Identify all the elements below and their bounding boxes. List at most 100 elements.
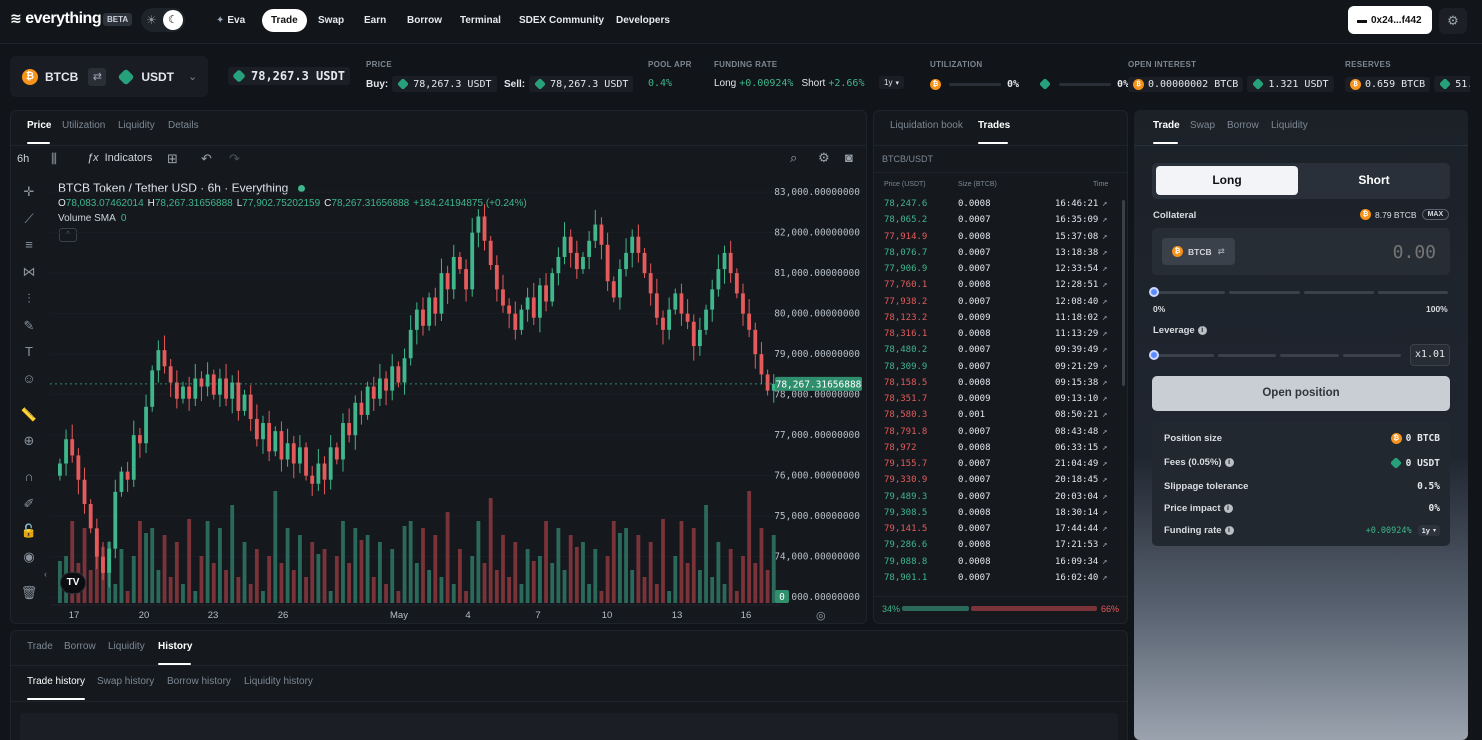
trade-row[interactable]: 78,901.1 0.0007 16:02:40 ↗ bbox=[882, 571, 1114, 587]
info-icon[interactable]: i bbox=[1224, 526, 1234, 535]
slider-handle[interactable] bbox=[1149, 287, 1159, 297]
external-link-icon[interactable]: ↗ bbox=[1102, 280, 1107, 290]
tab-bottom-liquidity[interactable]: Liquidity bbox=[108, 641, 145, 652]
candles-icon[interactable]: ⫼ bbox=[51, 151, 57, 167]
horizontal-lines-icon[interactable]: ≡ bbox=[20, 237, 38, 255]
text-icon[interactable]: T bbox=[20, 344, 38, 362]
trade-row[interactable]: 78,972 0.0008 06:33:15 ↗ bbox=[882, 441, 1114, 457]
trade-row[interactable]: 79,286.6 0.0008 17:21:53 ↗ bbox=[882, 538, 1114, 554]
info-icon[interactable]: i bbox=[1224, 458, 1234, 467]
logo[interactable]: ≋ everything bbox=[10, 10, 102, 28]
nav-sdex-community[interactable]: SDEX Community bbox=[510, 9, 613, 32]
collateral-token-select[interactable]: ₿ BTCB ⇄ bbox=[1162, 238, 1235, 265]
trade-row[interactable]: 79,088.8 0.0008 16:09:34 ↗ bbox=[882, 555, 1114, 571]
nav-developers[interactable]: Developers bbox=[607, 9, 679, 32]
funding-period-select[interactable]: 1y ▾ bbox=[1417, 525, 1440, 536]
external-link-icon[interactable]: ↗ bbox=[1102, 394, 1107, 404]
trade-row[interactable]: 78,580.3 0.001 08:50:21 ↗ bbox=[882, 408, 1114, 424]
magnet-icon[interactable]: ∩ bbox=[20, 469, 38, 487]
trade-row[interactable]: 78,791.8 0.0007 08:43:48 ↗ bbox=[882, 425, 1114, 441]
pair-selector[interactable]: ₿ BTCB ⇄ USDT ⌄ bbox=[10, 56, 208, 97]
undo-icon[interactable]: ↶ bbox=[201, 151, 212, 167]
pencil-lock-icon[interactable]: ✐ bbox=[20, 496, 38, 514]
subtab-liquidity-history[interactable]: Liquidity history bbox=[244, 676, 313, 687]
gear-icon[interactable]: ⚙ bbox=[1439, 8, 1467, 34]
short-button[interactable]: Short bbox=[1302, 166, 1446, 195]
external-link-icon[interactable]: ↗ bbox=[1102, 199, 1107, 209]
theme-toggle[interactable]: ☀ ☾ bbox=[141, 8, 185, 32]
trade-row[interactable]: 79,155.7 0.0007 21:04:49 ↗ bbox=[882, 457, 1114, 473]
external-link-icon[interactable]: ↗ bbox=[1102, 313, 1107, 323]
external-link-icon[interactable]: ↗ bbox=[1102, 329, 1107, 339]
wallet-button[interactable]: ▬ 0x24...f442 bbox=[1348, 6, 1432, 34]
tab-trades[interactable]: Trades bbox=[978, 120, 1010, 131]
trade-row[interactable]: 78,316.1 0.0008 11:13:29 ↗ bbox=[882, 327, 1114, 343]
tab-price[interactable]: Price bbox=[27, 120, 51, 131]
trade-row[interactable]: 79,330.9 0.0007 20:18:45 ↗ bbox=[882, 473, 1114, 489]
open-position-button[interactable]: Open position bbox=[1152, 376, 1450, 411]
nav-swap[interactable]: Swap bbox=[309, 9, 353, 32]
max-button[interactable]: MAX bbox=[1421, 209, 1450, 220]
collateral-amount-input[interactable] bbox=[1300, 240, 1436, 264]
trades-scrollbar[interactable] bbox=[1122, 200, 1125, 386]
tab-liquidity[interactable]: Liquidity bbox=[118, 120, 155, 131]
external-link-icon[interactable]: ↗ bbox=[1102, 443, 1107, 453]
external-link-icon[interactable]: ↗ bbox=[1102, 378, 1107, 388]
external-link-icon[interactable]: ↗ bbox=[1102, 297, 1107, 307]
nav-trade[interactable]: Trade bbox=[262, 9, 307, 32]
trade-row[interactable]: 78,076.7 0.0007 13:18:38 ↗ bbox=[882, 246, 1114, 262]
funding-period-select[interactable]: 1y ▾ bbox=[879, 76, 904, 89]
trend-line-icon[interactable]: ⟋ bbox=[20, 211, 38, 229]
trade-row[interactable]: 77,938.2 0.0007 12:08:40 ↗ bbox=[882, 295, 1114, 311]
external-link-icon[interactable]: ↗ bbox=[1102, 475, 1107, 485]
nav-borrow[interactable]: Borrow bbox=[398, 9, 451, 32]
brush-icon[interactable]: ✎ bbox=[20, 318, 38, 336]
zoom-in-icon[interactable]: ⊕ bbox=[20, 433, 38, 451]
tab-form-swap[interactable]: Swap bbox=[1190, 120, 1215, 131]
emoji-icon[interactable]: ☺ bbox=[20, 371, 38, 389]
trade-row[interactable]: 78,480.2 0.0007 09:39:49 ↗ bbox=[882, 343, 1114, 359]
trade-row[interactable]: 77,914.9 0.0008 15:37:08 ↗ bbox=[882, 230, 1114, 246]
subtab-borrow-history[interactable]: Borrow history bbox=[167, 676, 231, 687]
tab-form-liquidity[interactable]: Liquidity bbox=[1271, 120, 1308, 131]
external-link-icon[interactable]: ↗ bbox=[1102, 410, 1107, 420]
auto-scale-icon[interactable]: ◎ bbox=[816, 609, 826, 622]
tab-liquidation-book[interactable]: Liquidation book bbox=[890, 120, 963, 131]
external-link-icon[interactable]: ↗ bbox=[1102, 427, 1107, 437]
trade-row[interactable]: 78,351.7 0.0009 09:13:10 ↗ bbox=[882, 392, 1114, 408]
info-icon[interactable]: i bbox=[1223, 504, 1233, 513]
trade-row[interactable]: 77,906.9 0.0007 12:33:54 ↗ bbox=[882, 262, 1114, 278]
trade-row[interactable]: 77,760.1 0.0008 12:28:51 ↗ bbox=[882, 278, 1114, 294]
chevron-left-icon[interactable]: ‹ bbox=[44, 569, 47, 579]
slippage-value[interactable]: 0.5% bbox=[1417, 481, 1440, 492]
subtab-swap-history[interactable]: Swap history bbox=[97, 676, 154, 687]
tab-bottom-borrow[interactable]: Borrow bbox=[64, 641, 96, 652]
external-link-icon[interactable]: ↗ bbox=[1102, 362, 1107, 372]
trade-row[interactable]: 79,489.3 0.0007 20:03:04 ↗ bbox=[882, 490, 1114, 506]
external-link-icon[interactable]: ↗ bbox=[1102, 264, 1107, 274]
eye-icon[interactable]: ◉ bbox=[20, 549, 38, 567]
interval-select[interactable]: 6h bbox=[17, 153, 29, 165]
price-chart[interactable]: 83,000.00000000 82,000.00000000 81,000.000… bbox=[50, 180, 862, 623]
redo-icon[interactable]: ↷ bbox=[229, 151, 240, 167]
external-link-icon[interactable]: ↗ bbox=[1102, 232, 1107, 242]
external-link-icon[interactable]: ↗ bbox=[1102, 459, 1107, 469]
trade-row[interactable]: 78,123.2 0.0009 11:18:02 ↗ bbox=[882, 311, 1114, 327]
lock-icon[interactable]: 🔓 bbox=[20, 523, 38, 541]
pattern-icon[interactable]: ⋈ bbox=[20, 264, 38, 282]
external-link-icon[interactable]: ↗ bbox=[1102, 215, 1107, 225]
info-icon[interactable]: i bbox=[1197, 326, 1207, 335]
trade-row[interactable]: 79,308.5 0.0008 18:30:14 ↗ bbox=[882, 506, 1114, 522]
trash-icon[interactable]: 🗑 bbox=[20, 585, 38, 603]
trade-row[interactable]: 79,141.5 0.0007 17:44:44 ↗ bbox=[882, 522, 1114, 538]
external-link-icon[interactable]: ↗ bbox=[1102, 248, 1107, 258]
external-link-icon[interactable]: ↗ bbox=[1102, 492, 1107, 502]
tab-form-borrow[interactable]: Borrow bbox=[1227, 120, 1259, 131]
trade-row[interactable]: 78,247.6 0.0008 16:46:21 ↗ bbox=[882, 197, 1114, 213]
zoom-search-icon[interactable]: ⌕ bbox=[790, 150, 797, 166]
swap-pair-icon[interactable]: ⇄ bbox=[88, 67, 107, 86]
external-link-icon[interactable]: ↗ bbox=[1102, 524, 1107, 534]
indicators-button[interactable]: ƒx Indicators bbox=[87, 152, 152, 164]
external-link-icon[interactable]: ↗ bbox=[1102, 345, 1107, 355]
layout-grid-icon[interactable]: ⊞ bbox=[167, 151, 178, 167]
